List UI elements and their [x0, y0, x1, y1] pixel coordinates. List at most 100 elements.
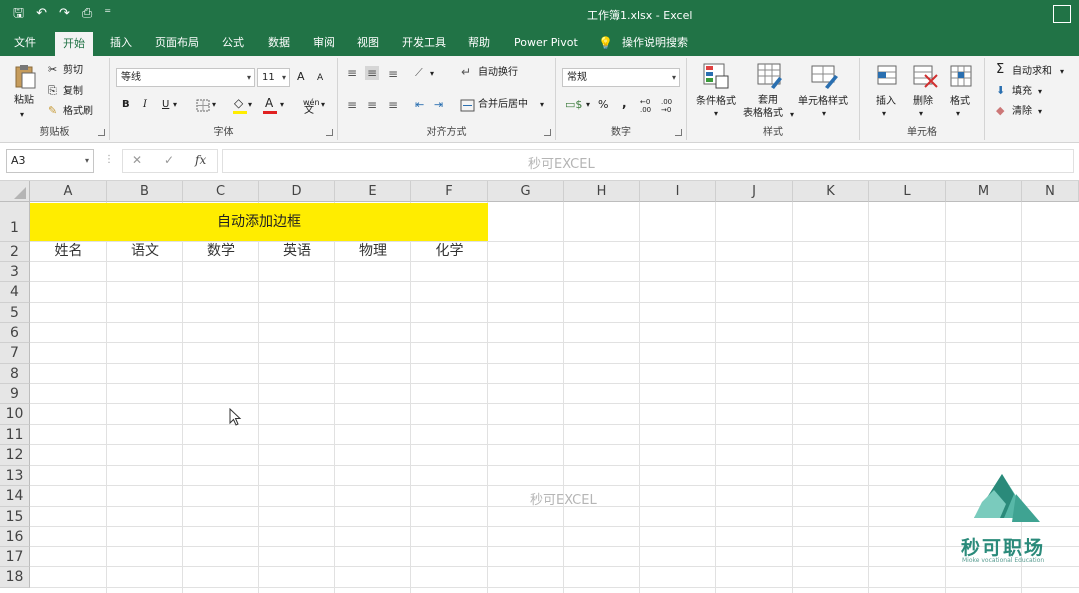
tab-formulas[interactable]: 公式: [222, 35, 244, 51]
worksheet-grid[interactable]: A B C D E F G H I J K L M N 1 2 3 4 5 6 7 8 9 10 11 12 13 14 15 16 17 1…: [0, 181, 1079, 593]
save-icon[interactable]: 🖫: [10, 4, 27, 24]
format-as-table-button-line1[interactable]: 套用: [758, 94, 778, 108]
ribbon-display-options-button[interactable]: [1053, 5, 1071, 23]
align-middle-icon[interactable]: ≡: [365, 66, 380, 80]
header-cell-f2[interactable]: 化学: [411, 241, 488, 261]
select-all-button[interactable]: [0, 181, 30, 202]
align-bottom-icon[interactable]: ≡: [388, 67, 398, 81]
format-dropdown-icon[interactable]: ▾: [956, 107, 960, 121]
row-header-4[interactable]: 4: [0, 282, 30, 303]
align-center-icon[interactable]: ≡: [367, 98, 377, 112]
alignment-launcher-icon[interactable]: [544, 129, 551, 136]
tab-page-layout[interactable]: 页面布局: [155, 35, 199, 51]
tab-developer[interactable]: 开发工具: [402, 35, 446, 51]
bold-button[interactable]: B: [122, 98, 130, 112]
redo-icon[interactable]: ↷: [56, 4, 73, 24]
row-header-1[interactable]: 1: [0, 202, 30, 242]
customize-qat-icon[interactable]: ⁼: [101, 4, 114, 24]
tab-power-pivot[interactable]: Power Pivot: [514, 35, 578, 51]
align-top-icon[interactable]: ≡: [347, 66, 357, 80]
align-right-icon[interactable]: ≡: [388, 98, 398, 112]
row-header-12[interactable]: 12: [0, 445, 30, 466]
column-header-f[interactable]: F: [411, 181, 488, 202]
tab-data[interactable]: 数据: [268, 35, 290, 51]
wrap-text-button[interactable]: 自动换行: [478, 66, 518, 80]
borders-dropdown-icon[interactable]: ▾: [212, 98, 216, 112]
enter-icon[interactable]: ✓: [164, 153, 174, 167]
merge-dropdown-icon[interactable]: ▾: [540, 98, 544, 112]
column-header-c[interactable]: C: [183, 181, 259, 202]
accounting-dropdown-icon[interactable]: ▾: [586, 98, 590, 112]
clipboard-launcher-icon[interactable]: [98, 129, 105, 136]
row-header-7[interactable]: 7: [0, 343, 30, 364]
insert-dropdown-icon[interactable]: ▾: [882, 107, 886, 121]
font-name-select[interactable]: 等线 ▾: [116, 68, 255, 87]
column-header-b[interactable]: B: [107, 181, 183, 202]
column-header-k[interactable]: K: [793, 181, 869, 202]
borders-icon[interactable]: [196, 99, 210, 112]
undo-icon[interactable]: ↶: [33, 4, 50, 24]
row-header-18[interactable]: 18: [0, 567, 30, 588]
row-header-9[interactable]: 9: [0, 384, 30, 404]
format-as-table-button-line2[interactable]: 表格格式: [743, 107, 783, 121]
header-cell-e2[interactable]: 物理: [335, 241, 411, 261]
underline-button[interactable]: U: [162, 98, 169, 112]
fill-color-dropdown-icon[interactable]: ▾: [248, 98, 252, 112]
decrease-indent-icon[interactable]: ⇤: [415, 98, 424, 112]
fill-button[interactable]: 填充: [1012, 85, 1032, 99]
delete-dropdown-icon[interactable]: ▾: [919, 107, 923, 121]
increase-decimal-button[interactable]: ←0 .00: [640, 98, 651, 114]
fill-color-icon[interactable]: ◇: [234, 96, 243, 110]
clear-button[interactable]: 清除: [1012, 105, 1032, 119]
column-header-d[interactable]: D: [259, 181, 335, 202]
row-header-5[interactable]: 5: [0, 303, 30, 323]
column-header-n[interactable]: N: [1022, 181, 1079, 202]
row-header-14[interactable]: 14: [0, 486, 30, 507]
cancel-icon[interactable]: ✕: [132, 153, 142, 167]
column-header-j[interactable]: J: [716, 181, 793, 202]
header-cell-d2[interactable]: 英语: [259, 241, 335, 261]
number-launcher-icon[interactable]: [675, 129, 682, 136]
header-cell-b2[interactable]: 语文: [107, 241, 183, 261]
font-color-dropdown-icon[interactable]: ▾: [280, 98, 284, 112]
tab-review[interactable]: 审阅: [313, 35, 335, 51]
table-format-dropdown-icon[interactable]: ▾: [790, 108, 794, 122]
row-header-13[interactable]: 13: [0, 466, 30, 486]
paste-icon[interactable]: [13, 64, 37, 90]
tab-help[interactable]: 帮助: [468, 35, 490, 51]
font-launcher-icon[interactable]: [326, 129, 333, 136]
merge-center-button[interactable]: 合并后居中: [478, 98, 528, 112]
fill-dropdown-icon[interactable]: ▾: [1038, 85, 1042, 99]
grow-font-icon[interactable]: A: [297, 70, 305, 84]
column-header-h[interactable]: H: [564, 181, 640, 202]
orientation-icon[interactable]: ⟋: [415, 66, 423, 80]
row-header-11[interactable]: 11: [0, 425, 30, 445]
autosum-dropdown-icon[interactable]: ▾: [1060, 65, 1064, 79]
column-header-a[interactable]: A: [30, 181, 107, 202]
decrease-decimal-button[interactable]: .00 →0: [661, 98, 672, 114]
column-header-g[interactable]: G: [488, 181, 564, 202]
row-header-10[interactable]: 10: [0, 404, 30, 425]
row-header-3[interactable]: 3: [0, 262, 30, 282]
merged-title-cell[interactable]: 自动添加边框: [30, 203, 488, 241]
format-painter-button[interactable]: 格式刷: [63, 105, 93, 119]
column-header-l[interactable]: L: [869, 181, 946, 202]
orientation-dropdown-icon[interactable]: ▾: [430, 67, 434, 81]
font-color-icon[interactable]: A: [265, 96, 273, 110]
row-header-17[interactable]: 17: [0, 547, 30, 567]
row-header-16[interactable]: 16: [0, 527, 30, 547]
header-cell-c2[interactable]: 数学: [183, 241, 259, 261]
row-header-6[interactable]: 6: [0, 323, 30, 343]
clear-dropdown-icon[interactable]: ▾: [1038, 105, 1042, 119]
conditional-dropdown-icon[interactable]: ▾: [714, 107, 718, 121]
tell-me-search[interactable]: 操作说明搜索: [622, 35, 688, 51]
tab-insert[interactable]: 插入: [110, 35, 132, 51]
row-header-8[interactable]: 8: [0, 364, 30, 384]
column-header-i[interactable]: I: [640, 181, 716, 202]
accounting-format-icon[interactable]: ▭$: [565, 98, 582, 112]
tab-file[interactable]: 文件: [14, 35, 36, 51]
tab-view[interactable]: 视图: [357, 35, 379, 51]
phonetic-dropdown-icon[interactable]: ▾: [321, 98, 325, 112]
column-header-m[interactable]: M: [946, 181, 1022, 202]
tab-home[interactable]: 开始: [55, 32, 93, 56]
